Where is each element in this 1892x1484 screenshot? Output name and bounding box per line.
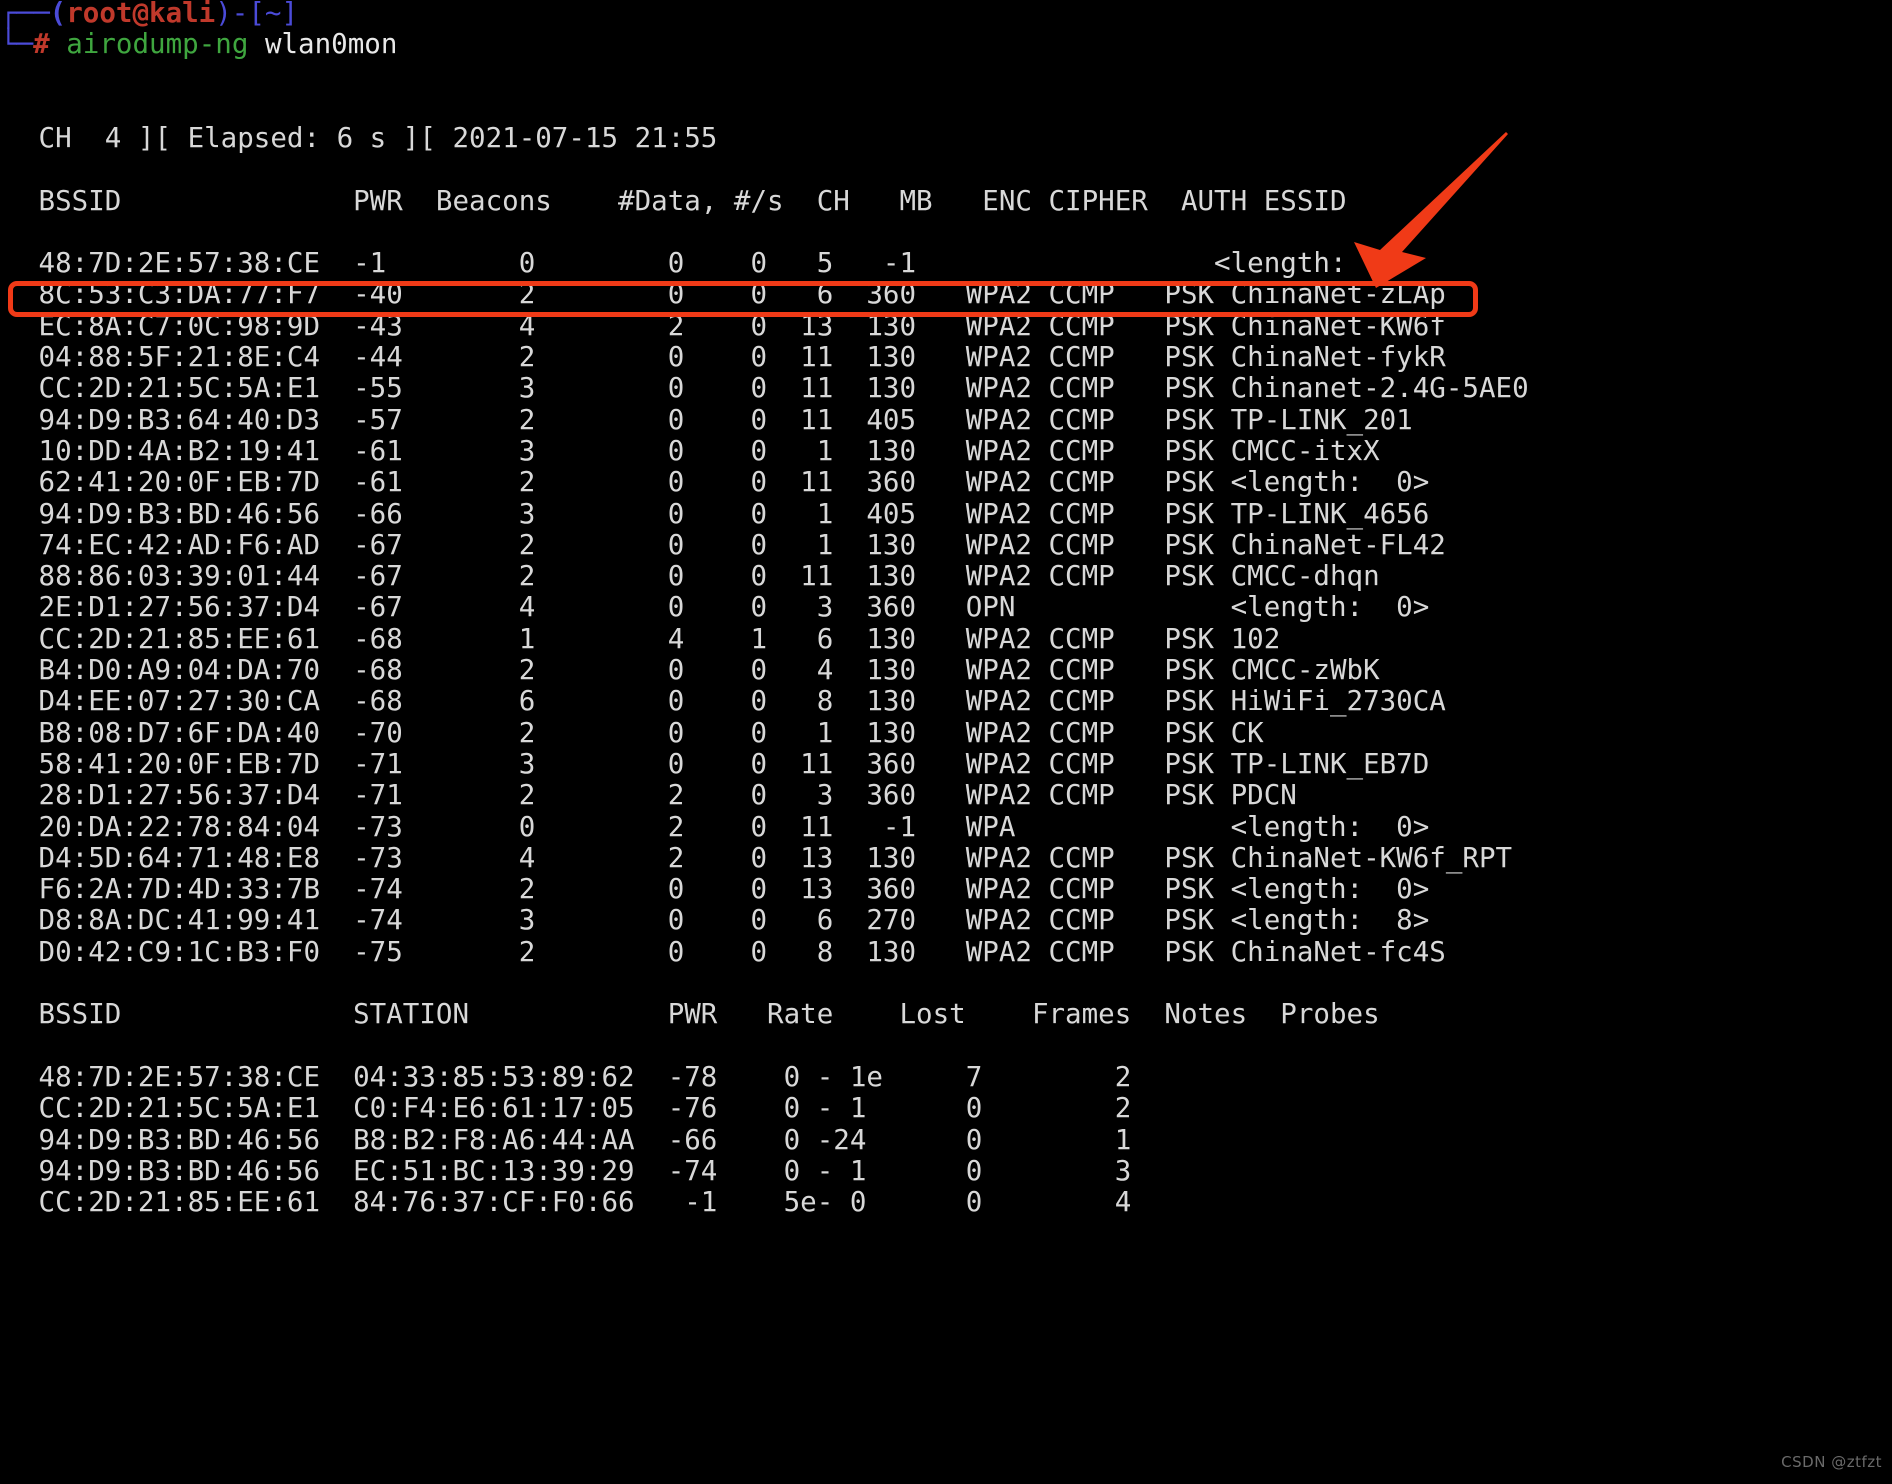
command-name: airodump-ng (66, 28, 249, 61)
ap-table-row: 88:86:03:39:01:44 -67 2 0 0 11 130 WPA2 … (22, 560, 1380, 593)
ap-table-body: 48:7D:2E:57:38:CE -1 0 0 0 5 -1 <length:… (22, 247, 1529, 968)
ap-table-row: F6:2A:7D:4D:33:7B -74 2 0 0 13 360 WPA2 … (22, 873, 1430, 906)
ap-table-row: 10:DD:4A:B2:19:41 -61 3 0 0 1 130 WPA2 C… (22, 434, 1380, 467)
prompt-line-1: ┌──(root@kali)-[~] (0, 0, 397, 29)
prompt-user-host: root@kali (66, 0, 216, 29)
ap-table-row: 48:7D:2E:57:38:CE -1 0 0 0 5 -1 <length:… (22, 247, 1413, 280)
ap-table-row: D4:EE:07:27:30:CA -68 6 0 0 8 130 WPA2 C… (22, 685, 1446, 718)
ap-table-row: 94:D9:B3:BD:46:56 -66 3 0 0 1 405 WPA2 C… (22, 497, 1430, 530)
ap-table-row: 04:88:5F:21:8E:C4 -44 2 0 0 11 130 WPA2 … (22, 341, 1446, 374)
ap-table-row: B8:08:D7:6F:DA:40 -70 2 0 0 1 130 WPA2 C… (22, 716, 1264, 749)
ap-table-row: 58:41:20:0F:EB:7D -71 3 0 0 11 360 WPA2 … (22, 747, 1430, 780)
ap-table-row: CC:2D:21:85:EE:61 -68 1 4 1 6 130 WPA2 C… (22, 622, 1281, 655)
prompt-corner-bottom: └─ (0, 28, 34, 61)
station-table-row: CC:2D:21:85:EE:61 84:76:37:CF:F0:66 -1 5… (22, 1186, 1132, 1219)
ap-table-row: 74:EC:42:AD:F6:AD -67 2 0 0 1 130 WPA2 C… (22, 528, 1446, 561)
ap-table-header: BSSID PWR Beacons #Data, #/s CH MB ENC C… (22, 184, 1347, 217)
prompt-mid: )-[ (215, 0, 265, 29)
ap-table-row: D0:42:C9:1C:B3:F0 -75 2 0 0 8 130 WPA2 C… (22, 935, 1446, 968)
prompt-line-2: └─# airodump-ng wlan0mon (0, 29, 397, 60)
prompt-corner-top: ┌──( (0, 0, 67, 29)
shell-prompt: ┌──(root@kali)-[~] └─# airodump-ng wlan0… (0, 0, 397, 61)
ap-table-row: 94:D9:B3:64:40:D3 -57 2 0 0 11 405 WPA2 … (22, 403, 1413, 436)
watermark-text: CSDN @ztfzt (1781, 1452, 1882, 1471)
station-table-header: BSSID STATION PWR Rate Lost Frames Notes… (22, 998, 1380, 1031)
ap-table-row: D8:8A:DC:41:99:41 -74 3 0 0 6 270 WPA2 C… (22, 904, 1430, 937)
ap-table-row: 62:41:20:0F:EB:7D -61 2 0 0 11 360 WPA2 … (22, 466, 1430, 499)
station-table-body: 48:7D:2E:57:38:CE 04:33:85:53:89:62 -78 … (22, 1060, 1529, 1219)
station-table-row: 94:D9:B3:BD:46:56 B8:B2:F8:A6:44:AA -66 … (22, 1123, 1132, 1156)
ap-table-row: CC:2D:21:5C:5A:E1 -55 3 0 0 11 130 WPA2 … (22, 372, 1529, 405)
airodump-output: CH 4 ][ Elapsed: 6 s ][ 2021-07-15 21:55… (22, 122, 1529, 1219)
command-argument: wlan0mon (264, 28, 398, 61)
spacer-4 (22, 1031, 1529, 1062)
ap-table-row: 2E:D1:27:56:37:D4 -67 4 0 0 3 360 OPN <l… (22, 591, 1430, 624)
spacer-2 (22, 217, 1529, 248)
spacer-1 (22, 154, 1529, 185)
ap-table-row: 20:DA:22:78:84:04 -73 0 2 0 11 -1 WPA <l… (22, 810, 1430, 843)
station-table-row: 48:7D:2E:57:38:CE 04:33:85:53:89:62 -78 … (22, 1060, 1132, 1093)
prompt-hash-icon: # (33, 28, 50, 61)
ap-table-row: B4:D0:A9:04:DA:70 -68 2 0 0 4 130 WPA2 C… (22, 654, 1380, 687)
spacer-3 (22, 968, 1529, 999)
station-table-row: CC:2D:21:5C:5A:E1 C0:F4:E6:61:17:05 -76 … (22, 1092, 1132, 1125)
status-line: CH 4 ][ Elapsed: 6 s ][ 2021-07-15 21:55 (22, 122, 718, 154)
station-table-row: 94:D9:B3:BD:46:56 EC:51:BC:13:39:29 -74 … (22, 1154, 1132, 1187)
ap-table-row: D4:5D:64:71:48:E8 -73 4 2 0 13 130 WPA2 … (22, 841, 1513, 874)
ap-table-row: 28:D1:27:56:37:D4 -71 2 2 0 3 360 WPA2 C… (22, 779, 1297, 812)
prompt-cwd: ~ (264, 0, 282, 29)
ap-table-row: 8C:53:C3:DA:77:F7 -40 2 0 0 6 360 WPA2 C… (22, 278, 1446, 311)
prompt-suffix: ] (281, 0, 299, 29)
ap-table-row: EC:8A:C7:0C:98:9D -43 4 2 0 13 130 WPA2 … (22, 309, 1446, 342)
terminal-window[interactable]: ┌──(root@kali)-[~] └─# airodump-ng wlan0… (0, 0, 1892, 1484)
